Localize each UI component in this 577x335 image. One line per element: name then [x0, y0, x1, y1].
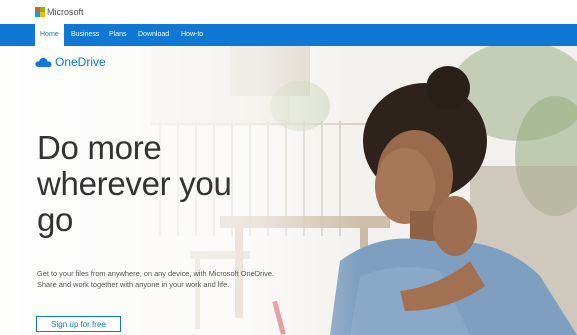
nav-item-plans[interactable]: Plans: [104, 24, 132, 46]
microsoft-logo-icon[interactable]: [35, 7, 45, 17]
microsoft-header: Microsoft: [0, 0, 577, 24]
nav-item-home[interactable]: Home: [35, 24, 64, 46]
nav-item-download[interactable]: Download: [133, 24, 174, 46]
hero-headline: Do more wherever you go: [37, 130, 297, 238]
onedrive-brand-text: OneDrive: [55, 55, 106, 69]
headline-line-2: wherever you: [37, 165, 232, 202]
main-nav: Home Business Plans Download How-to: [0, 24, 577, 46]
onedrive-logo[interactable]: OneDrive: [35, 55, 106, 69]
microsoft-brand-text[interactable]: Microsoft: [47, 6, 84, 18]
cloud-icon: [35, 57, 52, 67]
headline-line-3: go: [37, 201, 74, 238]
sign-up-button[interactable]: Sign up for free: [36, 316, 121, 332]
nav-item-business[interactable]: Business: [66, 24, 104, 46]
hero-description: Get to your files from anywhere, on any …: [37, 269, 275, 289]
nav-item-how-to[interactable]: How-to: [176, 24, 208, 46]
headline-line-1: Do more: [37, 129, 162, 166]
